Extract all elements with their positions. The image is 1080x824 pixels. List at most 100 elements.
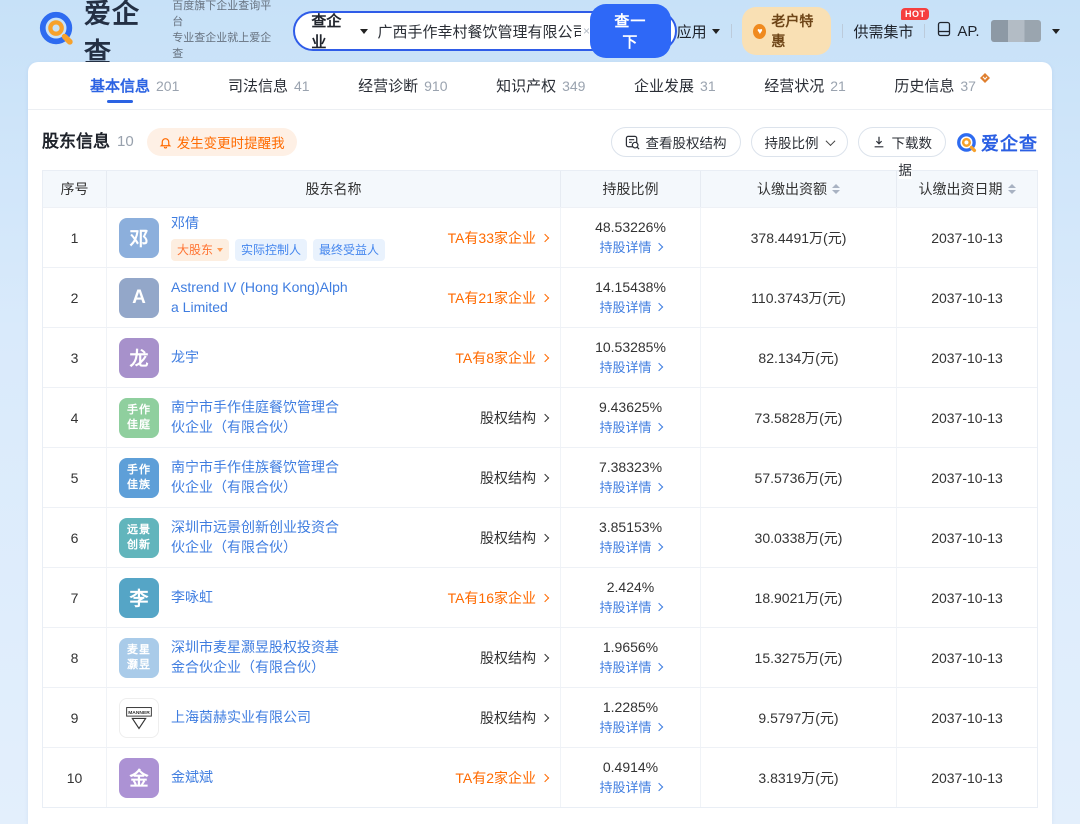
- table-row: 5手作佳族南宁市手作佳族餐饮管理合伙企业（有限合伙）股权结构7.38323%持股…: [43, 447, 1037, 507]
- equity-structure-link[interactable]: 股权结构: [472, 528, 548, 548]
- tab-历史信息[interactable]: 历史信息37: [894, 62, 990, 110]
- ratio-cell: 48.53226%持股详情: [561, 208, 701, 267]
- nav-market[interactable]: 供需集市 HOT: [853, 21, 913, 42]
- shareholder-cell: 麦星灏昱深圳市麦星灏昱股权投资基金合伙企业（有限合伙）股权结构: [107, 628, 561, 687]
- holding-detail-link[interactable]: 持股详情: [599, 357, 661, 376]
- brand-tagline: 百度旗下企业查询平台 专业查企业就上爱企查: [172, 0, 277, 63]
- date-cell: 2037-10-13: [897, 208, 1037, 267]
- brand-logo[interactable]: 爱企查: [38, 0, 162, 70]
- row-index: 8: [43, 628, 107, 687]
- amount-cell: 378.4491万(元): [701, 208, 897, 267]
- related-companies-link[interactable]: TA有16家企业: [440, 588, 548, 608]
- date-cell: 2037-10-13: [897, 688, 1037, 747]
- related-companies-link[interactable]: TA有33家企业: [440, 228, 548, 248]
- shareholder-name-link[interactable]: Astrend IV (Hong Kong)Alpha Limited: [171, 278, 351, 317]
- avatar: 邓: [119, 218, 159, 258]
- amount-cell: 15.3275万(元): [701, 628, 897, 687]
- holding-detail-link[interactable]: 持股详情: [599, 297, 661, 316]
- table-header-row: 序号 股东名称 持股比例 认缴出资额 认缴出资日期: [43, 171, 1037, 207]
- row-index: 2: [43, 268, 107, 327]
- shareholder-tags: 大股东实际控制人最终受益人: [171, 239, 385, 261]
- chevron-right-icon: [541, 533, 549, 541]
- shareholder-name-link[interactable]: 龙宇: [171, 348, 199, 368]
- chevron-right-icon: [541, 773, 549, 781]
- chevron-down-icon: [360, 29, 368, 34]
- shareholder-name-wrap: 李咏虹: [171, 588, 213, 608]
- tab-企业发展[interactable]: 企业发展31: [634, 62, 716, 110]
- ratio-value: 10.53285%: [595, 339, 666, 355]
- column-header-ratio: 持股比例: [561, 171, 701, 207]
- holding-detail-link[interactable]: 持股详情: [599, 777, 661, 796]
- related-companies-link[interactable]: TA有8家企业: [447, 348, 548, 368]
- change-remind-button[interactable]: 发生变更时提醒我: [147, 128, 297, 156]
- user-avatar[interactable]: [991, 20, 1041, 42]
- equity-structure-link[interactable]: 股权结构: [472, 708, 548, 728]
- tab-基本信息[interactable]: 基本信息201: [90, 62, 179, 110]
- nav-app-download[interactable]: AP.: [936, 21, 979, 41]
- tab-司法信息[interactable]: 司法信息41: [228, 62, 310, 110]
- nav-apps[interactable]: 应用: [677, 21, 720, 42]
- sort-icon[interactable]: [832, 184, 840, 194]
- holding-detail-link[interactable]: 持股详情: [599, 657, 661, 676]
- chevron-right-icon: [541, 653, 549, 661]
- shareholder-name-link[interactable]: 深圳市远景创新创业投资合伙企业（有限合伙）: [171, 518, 351, 557]
- table-row: 10金金斌斌TA有2家企业0.4914%持股详情3.8319万(元)2037-1…: [43, 747, 1037, 807]
- section-count: 10: [117, 127, 134, 157]
- tab-经营状况[interactable]: 经营状况 21: [764, 62, 846, 110]
- holding-detail-link[interactable]: 持股详情: [599, 477, 661, 496]
- tab-count: 21: [830, 78, 846, 94]
- holding-detail-link[interactable]: 持股详情: [599, 717, 661, 736]
- nav-promo[interactable]: ♥ 老户特惠: [742, 7, 830, 55]
- chevron-down-icon: [825, 136, 835, 146]
- amount-cell: 9.5797万(元): [701, 688, 897, 747]
- holding-detail-link[interactable]: 持股详情: [599, 417, 661, 436]
- shareholder-name-link[interactable]: 上海茵赫实业有限公司: [171, 708, 311, 728]
- equity-structure-link[interactable]: 股权结构: [472, 408, 548, 428]
- tag-大股东[interactable]: 大股东: [171, 239, 229, 261]
- chevron-down-icon[interactable]: [1052, 29, 1060, 34]
- search-button[interactable]: 查一下: [590, 4, 671, 58]
- ratio-cell: 7.38323%持股详情: [561, 448, 701, 507]
- shareholder-name-wrap: 龙宇: [171, 348, 199, 368]
- shareholder-name-link[interactable]: 金斌斌: [171, 768, 213, 788]
- tag-最终受益人[interactable]: 最终受益人: [313, 239, 385, 261]
- ratio-value: 14.15438%: [595, 279, 666, 295]
- ratio-filter-dropdown[interactable]: 持股比例: [751, 127, 848, 157]
- search-category-dropdown[interactable]: 查企业: [311, 10, 367, 52]
- shareholder-name-link[interactable]: 深圳市麦星灏昱股权投资基金合伙企业（有限合伙）: [171, 638, 351, 677]
- search-input[interactable]: 广西手作幸村餐饮管理有限公司: [378, 21, 582, 42]
- shareholder-name-wrap: 南宁市手作佳族餐饮管理合伙企业（有限合伙）: [171, 458, 351, 497]
- tab-label: 经营状况: [764, 62, 824, 110]
- shareholder-name-wrap: 上海茵赫实业有限公司: [171, 708, 311, 728]
- holding-detail-link[interactable]: 持股详情: [599, 237, 661, 256]
- equity-structure-link[interactable]: 股权结构: [472, 648, 548, 668]
- holding-detail-link[interactable]: 持股详情: [599, 597, 661, 616]
- tab-知识产权[interactable]: 知识产权349: [496, 62, 585, 110]
- equity-structure-link[interactable]: 股权结构: [472, 468, 548, 488]
- bell-icon: [159, 136, 172, 149]
- shareholder-name-link[interactable]: 南宁市手作佳庭餐饮管理合伙企业（有限合伙）: [171, 398, 351, 437]
- table-row: 7李李咏虹TA有16家企业2.424%持股详情18.9021万(元)2037-1…: [43, 567, 1037, 627]
- date-cell: 2037-10-13: [897, 448, 1037, 507]
- shareholder-name-link[interactable]: 邓倩: [171, 214, 351, 234]
- shareholder-name-wrap: 深圳市麦星灏昱股权投资基金合伙企业（有限合伙）: [171, 638, 351, 677]
- related-companies-link[interactable]: TA有2家企业: [447, 768, 548, 788]
- holding-detail-link[interactable]: 持股详情: [599, 537, 661, 556]
- tab-count: 41: [294, 78, 310, 94]
- date-cell: 2037-10-13: [897, 628, 1037, 687]
- shareholder-table: 序号 股东名称 持股比例 认缴出资额 认缴出资日期 1邓邓倩大股东实际控制人最终…: [42, 170, 1038, 808]
- shareholder-name-link[interactable]: 李咏虹: [171, 588, 213, 608]
- avatar: 金: [119, 758, 159, 798]
- avatar: 龙: [119, 338, 159, 378]
- related-companies-link[interactable]: TA有21家企业: [440, 288, 548, 308]
- column-header-index: 序号: [43, 171, 107, 207]
- tab-count: 349: [562, 78, 585, 94]
- download-data-button[interactable]: 下载数 据: [858, 127, 947, 157]
- tag-实际控制人[interactable]: 实际控制人: [235, 239, 307, 261]
- clear-search-icon[interactable]: ×: [583, 24, 590, 38]
- tab-经营诊断[interactable]: 经营诊断910: [358, 62, 447, 110]
- shareholder-name-link[interactable]: 南宁市手作佳族餐饮管理合伙企业（有限合伙）: [171, 458, 351, 497]
- sort-icon[interactable]: [1008, 184, 1016, 194]
- view-equity-structure-button[interactable]: 查看股权结构: [611, 127, 741, 157]
- table-row: 2AAstrend IV (Hong Kong)Alpha LimitedTA有…: [43, 267, 1037, 327]
